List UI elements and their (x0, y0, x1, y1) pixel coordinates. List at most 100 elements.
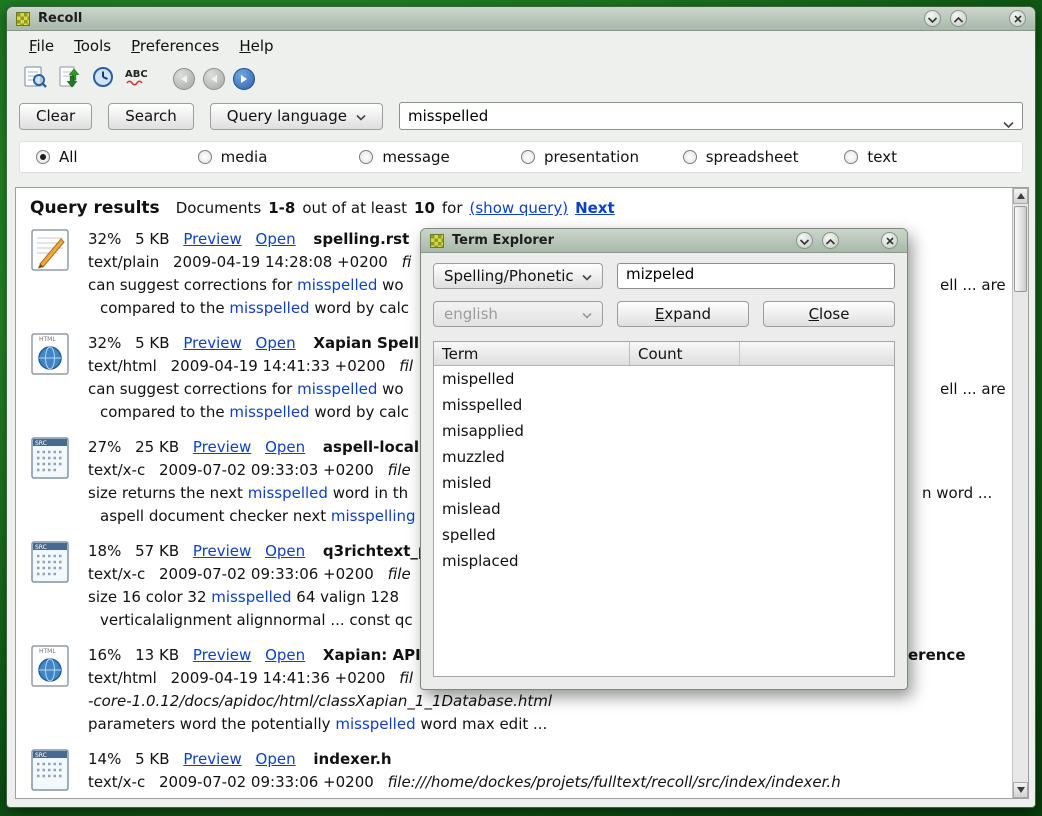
svg-text:ABC: ABC (125, 69, 148, 80)
abstract-text: word by calc (310, 403, 409, 421)
open-link[interactable]: Open (265, 438, 305, 456)
dialog-shade-button[interactable] (796, 232, 813, 249)
results-scrollbar[interactable] (1012, 188, 1028, 798)
language-dropdown[interactable]: english (433, 301, 603, 327)
filter-text[interactable]: text (844, 148, 1006, 166)
menu-help[interactable]: Help (229, 33, 283, 59)
term-row[interactable]: misplaced (434, 548, 894, 574)
preview-link[interactable]: Preview (193, 542, 251, 560)
mime-type: text/html (88, 669, 157, 687)
relevance-percent: 16% (88, 646, 121, 664)
clear-button[interactable]: Clear (19, 103, 92, 130)
open-link[interactable]: Open (256, 750, 296, 768)
doc-date: 2009-07-02 09:33:06 +0200 (159, 565, 374, 583)
show-query-link[interactable]: (show query) (470, 199, 569, 217)
language-value: english (444, 305, 498, 323)
query-mode-label: Query language (227, 104, 347, 129)
open-link[interactable]: Open (256, 230, 296, 248)
preview-link[interactable]: Preview (183, 230, 241, 248)
preview-link[interactable]: Preview (193, 646, 251, 664)
arrow-down-icon (1017, 787, 1025, 793)
term-row[interactable]: misspelled (434, 392, 894, 418)
expansion-mode-dropdown[interactable]: Spelling/Phonetic (433, 263, 603, 289)
column-header-count[interactable]: Count (630, 342, 740, 365)
file-size: 25 KB (135, 438, 179, 456)
next-page-link[interactable]: Next (575, 199, 615, 217)
file-path: file (388, 461, 411, 479)
results-header: Query results Documents 1-8 out of at le… (16, 188, 1028, 218)
relevance-percent: 32% (88, 334, 121, 352)
term-row[interactable]: muzzled (434, 444, 894, 470)
back-button[interactable] (173, 68, 195, 90)
result-row: SRC 14% 5 KB Preview Open indexer.h text… (16, 748, 1028, 796)
open-link[interactable]: Open (265, 646, 305, 664)
term-row[interactable]: spelled (434, 522, 894, 548)
radio-selected-icon[interactable] (36, 150, 50, 164)
radio-icon[interactable] (844, 150, 858, 164)
matched-term: misspelled (335, 715, 415, 733)
query-detail-button[interactable] (21, 65, 49, 93)
arrow-up-icon (1017, 193, 1025, 199)
menu-tools[interactable]: Tools (64, 33, 121, 59)
docs-total: 10 (414, 199, 435, 217)
query-mode-dropdown[interactable]: Query language (210, 103, 383, 130)
history-button[interactable] (89, 65, 117, 93)
doc-date: 2009-07-02 09:33:06 +0200 (159, 773, 374, 791)
term-explorer-dialog: Term Explorer Spelling/Phonetic (420, 228, 908, 690)
radio-icon[interactable] (359, 150, 373, 164)
search-button[interactable]: Search (108, 103, 194, 130)
term-row[interactable]: misled (434, 470, 894, 496)
matched-term: misspelling (331, 507, 416, 525)
shade-button[interactable] (924, 10, 941, 27)
menu-file[interactable]: File (19, 33, 64, 59)
filter-spreadsheet[interactable]: spreadsheet (683, 148, 845, 166)
filter-message[interactable]: message (359, 148, 521, 166)
scrollbar-thumb[interactable] (1014, 206, 1027, 292)
doc-type-filter-bar: All media message presentation spreadshe… (19, 141, 1023, 173)
close-button[interactable]: Close (763, 301, 895, 327)
chevron-down-icon[interactable] (1003, 114, 1014, 133)
search-entry-combobox[interactable] (399, 102, 1023, 130)
filter-all[interactable]: All (36, 148, 198, 166)
menu-preferences[interactable]: Preferences (121, 33, 229, 59)
open-link[interactable]: Open (256, 334, 296, 352)
filter-presentation[interactable]: presentation (521, 148, 683, 166)
doc-date: 2009-07-02 09:33:03 +0200 (159, 461, 374, 479)
dialog-titlebar[interactable]: Term Explorer (421, 229, 907, 253)
matched-term: misspelled (229, 403, 309, 421)
column-header-term[interactable]: Term (434, 342, 630, 365)
scroll-up-button[interactable] (1013, 188, 1028, 204)
radio-icon[interactable] (198, 150, 212, 164)
preview-link[interactable]: Preview (193, 438, 251, 456)
search-input[interactable] (408, 107, 996, 125)
forward-button[interactable] (233, 68, 255, 90)
preview-link[interactable]: Preview (183, 334, 241, 352)
term-input[interactable] (626, 265, 886, 283)
open-link[interactable]: Open (265, 542, 305, 560)
abstract-text: can suggest corrections for (88, 380, 297, 398)
radio-icon[interactable] (521, 150, 535, 164)
abstract-text: parameters word the potentially (88, 715, 335, 733)
chevron-up-icon (953, 9, 964, 28)
svg-text:HTML: HTML (39, 648, 56, 655)
main-titlebar[interactable]: Recoll (7, 7, 1035, 31)
term-row[interactable]: mispelled (434, 366, 894, 392)
scroll-down-button[interactable] (1013, 782, 1028, 798)
close-window-button[interactable] (1009, 10, 1026, 27)
svg-text:SRC: SRC (35, 440, 47, 447)
term-row[interactable]: mislead (434, 496, 894, 522)
update-index-button[interactable] (55, 65, 83, 93)
matched-term: misspelled (229, 299, 309, 317)
back-page-button[interactable] (203, 68, 225, 90)
relevance-percent: 18% (88, 542, 121, 560)
term-input-box[interactable] (617, 263, 895, 289)
dialog-close-window-button[interactable] (881, 232, 898, 249)
expand-button[interactable]: Expand (617, 301, 749, 327)
dialog-unshade-button[interactable] (822, 232, 839, 249)
term-row[interactable]: misapplied (434, 418, 894, 444)
filter-media[interactable]: media (198, 148, 360, 166)
term-explorer-button[interactable]: ABC (123, 65, 151, 93)
radio-icon[interactable] (683, 150, 697, 164)
unshade-button[interactable] (950, 10, 967, 27)
preview-link[interactable]: Preview (183, 750, 241, 768)
